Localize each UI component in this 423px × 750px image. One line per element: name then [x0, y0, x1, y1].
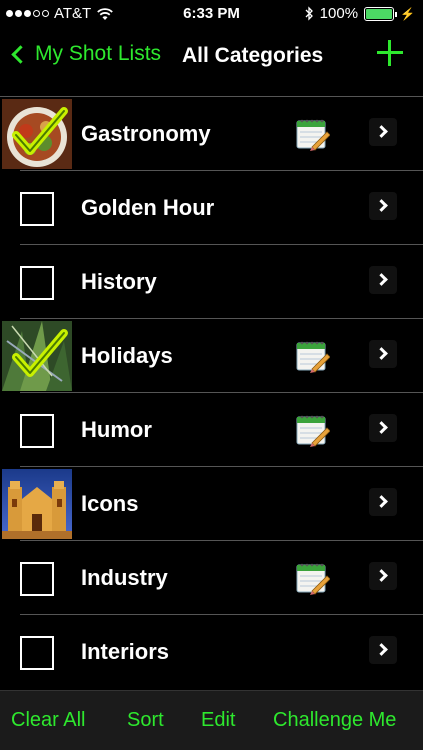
disclosure-button[interactable] [369, 636, 397, 664]
bluetooth-icon [305, 6, 313, 21]
cathedral-photo-thumbnail [2, 469, 72, 539]
list-item-label: Interiors [81, 639, 170, 664]
list-item-label: Icons [81, 491, 139, 516]
list-item-industry[interactable]: Industry [0, 541, 423, 615]
food-photo-thumbnail [2, 99, 72, 169]
checkbox[interactable] [20, 192, 54, 226]
disclosure-button[interactable] [369, 118, 397, 146]
list-item-label: Gastronomy [81, 121, 211, 146]
notepad-icon[interactable] [296, 413, 330, 447]
holiday-photo-thumbnail [2, 321, 72, 391]
back-button[interactable]: My Shot Lists [10, 42, 161, 66]
battery-icon [364, 6, 398, 21]
notepad-icon[interactable] [296, 117, 330, 151]
challenge-me-button[interactable]: Challenge Me [273, 709, 396, 732]
chevron-right-icon [375, 495, 388, 508]
list-item-gastronomy[interactable]: Gastronomy [0, 97, 423, 171]
page-title: All Categories [182, 44, 324, 67]
list-item-label: History [81, 269, 157, 294]
list-item-interiors[interactable]: Interiors [0, 615, 423, 688]
disclosure-button[interactable] [369, 266, 397, 294]
chevron-right-icon [375, 347, 388, 360]
disclosure-button[interactable] [369, 340, 397, 368]
list-item-icons[interactable]: Icons [0, 467, 423, 541]
checkbox[interactable] [20, 414, 54, 448]
navigation-bar: My Shot Lists All Categories [0, 28, 423, 84]
checkbox[interactable] [20, 636, 54, 670]
list-item-label: Industry [81, 565, 168, 590]
chevron-right-icon [375, 643, 388, 656]
chevron-right-icon [375, 421, 388, 434]
list-item-holidays[interactable]: Holidays [0, 319, 423, 393]
chevron-right-icon [375, 199, 388, 212]
notepad-icon[interactable] [296, 339, 330, 373]
sort-button[interactable]: Sort [127, 709, 164, 732]
chevron-right-icon [375, 569, 388, 582]
edit-button[interactable]: Edit [201, 709, 235, 732]
list-item-humor[interactable]: Humor [0, 393, 423, 467]
back-button-label: My Shot Lists [35, 42, 162, 65]
battery-percent: 100% [319, 5, 359, 22]
list-item-history[interactable]: History [0, 245, 423, 319]
disclosure-button[interactable] [369, 562, 397, 590]
chevron-right-icon [375, 125, 388, 138]
notepad-icon[interactable] [296, 561, 330, 595]
disclosure-button[interactable] [369, 414, 397, 442]
checkbox[interactable] [20, 266, 54, 300]
bottom-toolbar: Clear All Sort Edit Challenge Me [0, 690, 423, 750]
charging-icon: ⚡ [400, 6, 415, 21]
category-list: Gastronomy Golden Hour History Holidays … [0, 96, 423, 688]
status-bar: AT&T 6:33 PM 100% ⚡ [0, 0, 423, 28]
list-item-label: Holidays [81, 343, 173, 368]
list-item-label: Golden Hour [81, 195, 215, 220]
list-item-golden-hour[interactable]: Golden Hour [0, 171, 423, 245]
clear-all-button[interactable]: Clear All [11, 709, 85, 732]
list-item-label: Humor [81, 417, 152, 442]
disclosure-button[interactable] [369, 488, 397, 516]
status-right: 100% ⚡ [305, 5, 415, 22]
disclosure-button[interactable] [369, 192, 397, 220]
checkbox[interactable] [20, 562, 54, 596]
chevron-left-icon [11, 44, 30, 64]
chevron-right-icon [375, 273, 388, 286]
add-icon[interactable] [377, 40, 403, 66]
